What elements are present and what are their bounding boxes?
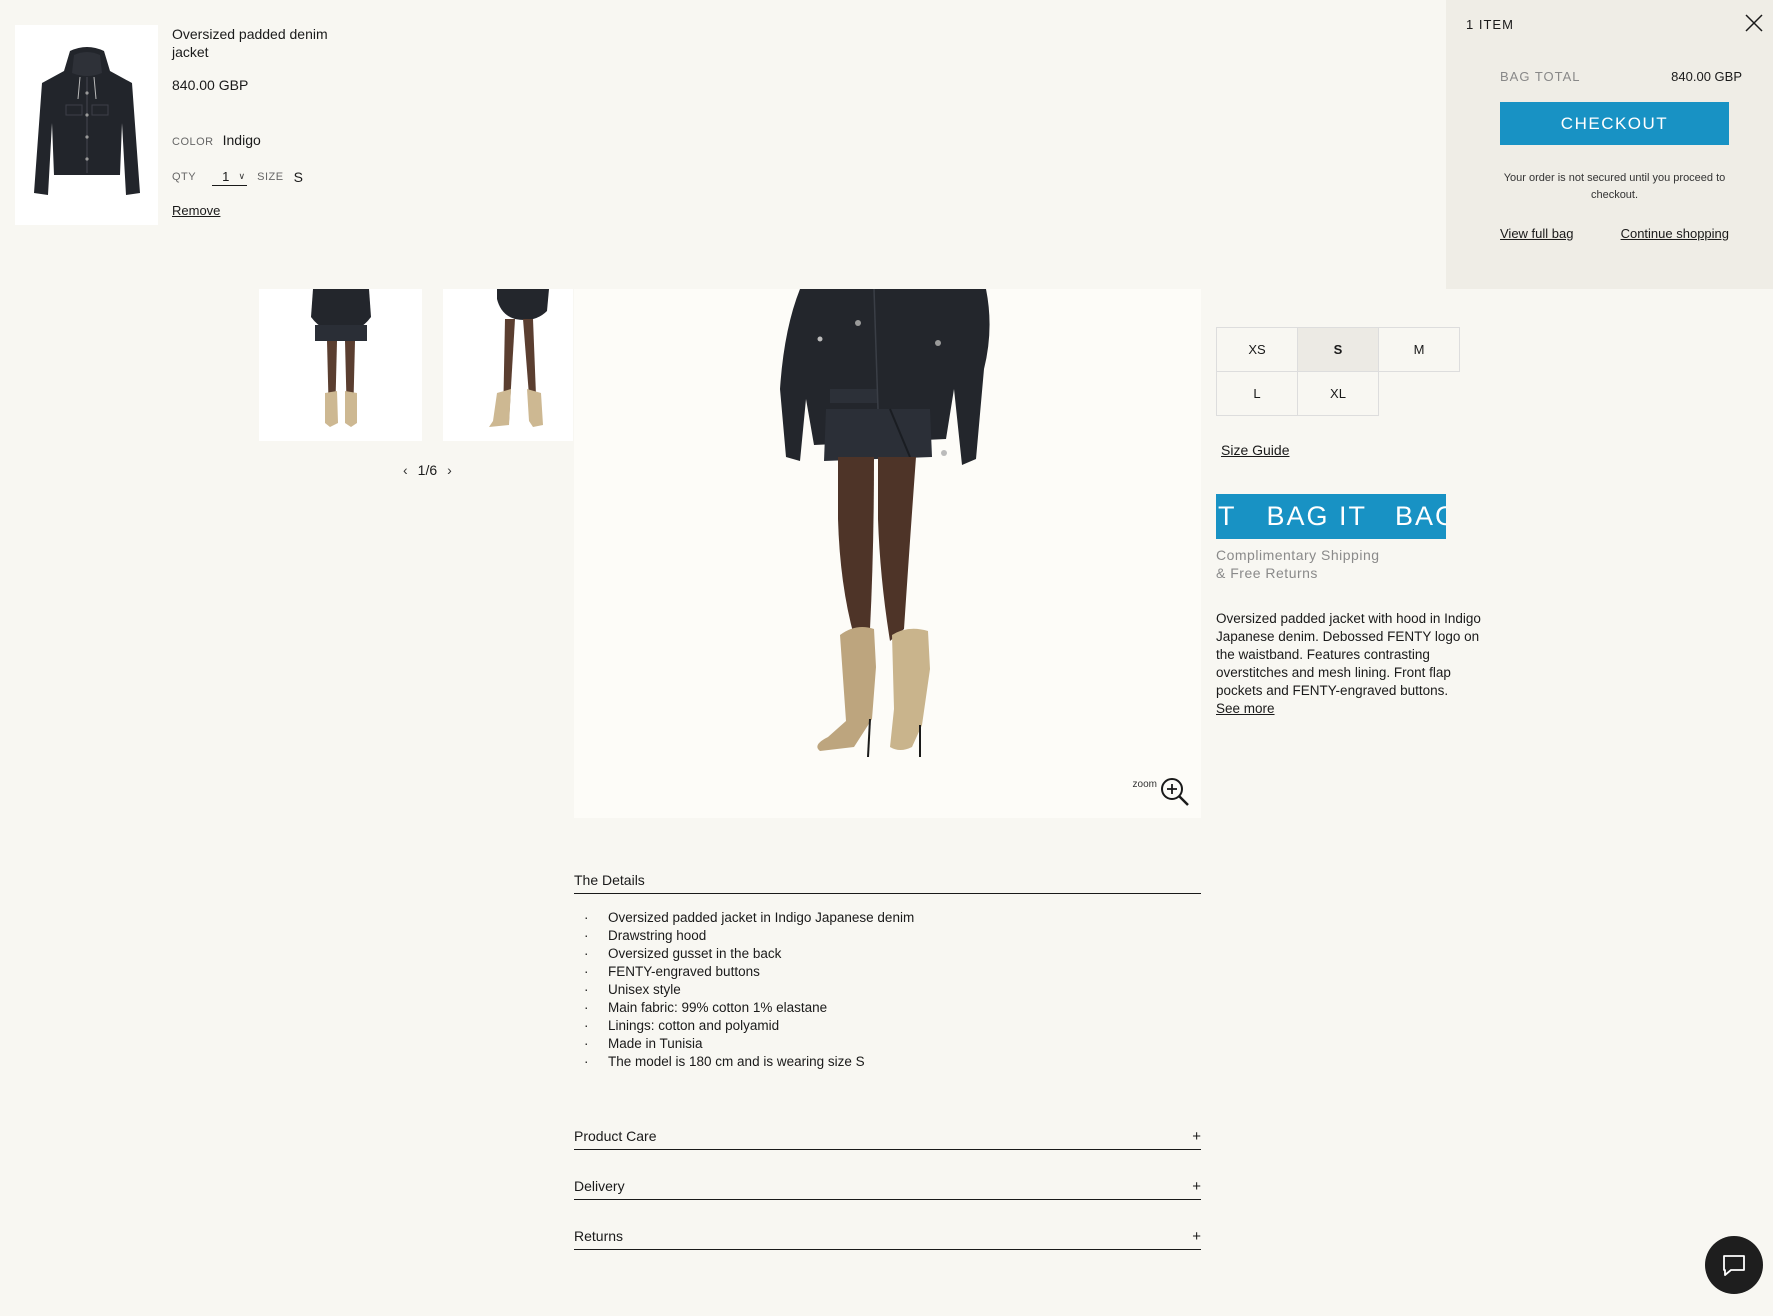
plus-icon: + [1192,1178,1201,1195]
accordion-product-care[interactable]: Product Care + [574,1128,1201,1150]
zoom-in-icon[interactable] [1159,776,1191,808]
bag-it-label-2: BAG IT [1395,501,1446,531]
chevron-left-icon[interactable]: ‹ [403,462,408,478]
chevron-down-icon: ∨ [238,171,246,181]
gallery-thumbnail-1[interactable] [259,289,422,441]
shipping-note-line-2: & Free Returns [1216,565,1318,581]
checkout-note: Your order is not secured until you proc… [1503,172,1726,201]
main-product-image[interactable]: zoom [574,289,1201,818]
remove-link[interactable]: Remove [172,203,220,218]
plus-icon: + [1192,1228,1201,1245]
chevron-right-icon[interactable]: › [447,462,452,478]
details-item: Made in Tunisia [574,1035,1201,1053]
pager-text: 1/6 [418,462,437,478]
continue-shopping-link[interactable]: Continue shopping [1618,226,1729,241]
details-item: Main fabric: 99% cotton 1% elastane [574,999,1201,1017]
bag-it-label-1: BAG IT [1266,501,1368,531]
zoom-label: zoom [1132,779,1157,790]
bag-total-value: 840.00 GBP [1671,69,1742,84]
size-selector: XS S M L XL [1216,327,1460,416]
gallery-pager: ‹ 1/6 › [403,462,452,478]
view-full-bag-link[interactable]: View full bag [1500,226,1573,241]
color-label: COLOR [172,136,214,148]
details-list: Oversized padded jacket in Indigo Japane… [574,909,1201,1071]
bag-it-label-partial: T [1218,501,1237,531]
size-option-s[interactable]: S [1297,327,1379,372]
size-value: S [293,169,303,185]
size-option-l[interactable]: L [1216,371,1298,416]
size-option-m[interactable]: M [1378,327,1460,372]
see-more-link[interactable]: See more [1216,701,1275,716]
details-item: Drawstring hood [574,927,1201,945]
qty-select[interactable]: 1 ∨ [212,168,248,186]
accordion-label: Delivery [574,1178,625,1194]
chat-bubble-icon [1723,1255,1745,1276]
model-side-image [489,289,549,427]
model-front-image [311,289,371,427]
size-label: SIZE [257,171,284,183]
shipping-note-line-1: Complimentary Shipping [1216,547,1380,563]
details-item: Oversized gusset in the back [574,945,1201,963]
shipping-note: Complimentary Shipping & Free Returns [1216,546,1416,582]
accordion-label: Product Care [574,1128,657,1144]
qty-value: 1 [222,169,230,184]
size-option-xs[interactable]: XS [1216,327,1298,372]
plus-icon: + [1192,1128,1201,1145]
product-description: Oversized padded jacket with hood in Ind… [1216,611,1481,698]
bag-total-label: BAG TOTAL [1500,69,1581,84]
qty-label: QTY [172,171,197,183]
denim-jacket-image [33,46,140,195]
pager-total: 6 [429,462,438,478]
color-value: Indigo [222,132,261,148]
details-item: Unisex style [574,981,1201,999]
size-option-xl[interactable]: XL [1297,371,1379,416]
bag-item-image[interactable] [15,25,158,225]
accordion-returns[interactable]: Returns + [574,1228,1201,1250]
size-guide-link[interactable]: Size Guide [1221,442,1289,458]
close-icon[interactable] [1743,12,1765,34]
bag-item-qty-size: QTY 1 ∨ SIZE S [172,168,303,186]
details-item: Linings: cotton and polyamid [574,1017,1201,1035]
accordion-delivery[interactable]: Delivery + [574,1178,1201,1200]
bag-item-price: 840.00 GBP [172,77,249,93]
gallery-thumbnail-2[interactable] [443,289,573,441]
details-item: FENTY-engraved buttons [574,963,1201,981]
bag-item-count: 1 ITEM [1466,17,1514,32]
model-legs-image [780,289,990,758]
details-heading: The Details [574,872,1201,894]
bag-item-name[interactable]: Oversized padded denim jacket [172,25,342,61]
size-grid-empty [1378,371,1460,416]
checkout-button[interactable]: CHECKOUT [1500,102,1729,145]
chat-button[interactable] [1705,1236,1763,1294]
accordion-label: Returns [574,1228,624,1244]
mini-bag-panel: 1 ITEM BAG TOTAL 840.00 GBP CHECKOUT You… [1446,0,1773,289]
details-item: The model is 180 cm and is wearing size … [574,1053,1201,1071]
bag-item-color: COLOR Indigo [172,132,261,148]
bag-preview: Oversized padded denim jacket 840.00 GBP… [0,0,1446,289]
details-item: Oversized padded jacket in Indigo Japane… [574,909,1201,927]
bag-it-button[interactable]: T BAG IT BAG IT [1216,494,1446,539]
